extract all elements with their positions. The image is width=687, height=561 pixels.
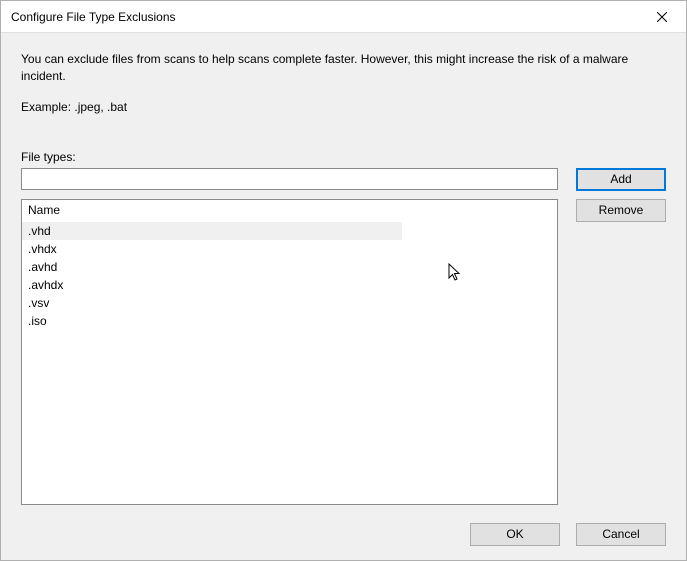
dialog-window: Configure File Type Exclusions You can e… [0, 0, 687, 561]
file-types-input[interactable] [21, 168, 558, 190]
list-body: .vhd .vhdx .avhd .avhdx .vsv .iso [22, 222, 557, 504]
list-item[interactable]: .iso [22, 312, 402, 330]
ok-button[interactable]: OK [470, 523, 560, 546]
example-text: Example: .jpeg, .bat [21, 100, 666, 114]
list-item[interactable]: .vhdx [22, 240, 402, 258]
file-types-label: File types: [21, 150, 666, 164]
window-title: Configure File Type Exclusions [11, 10, 176, 24]
list-item[interactable]: .avhd [22, 258, 402, 276]
remove-button[interactable]: Remove [576, 199, 666, 222]
dialog-footer: OK Cancel [21, 519, 666, 546]
list-column-header[interactable]: Name [22, 200, 557, 222]
titlebar: Configure File Type Exclusions [1, 1, 686, 33]
add-button[interactable]: Add [576, 168, 666, 191]
description-text: You can exclude files from scans to help… [21, 51, 666, 86]
list-item[interactable]: .vhd [22, 222, 402, 240]
list-item[interactable]: .vsv [22, 294, 402, 312]
dialog-content: You can exclude files from scans to help… [1, 33, 686, 560]
cancel-button[interactable]: Cancel [576, 523, 666, 546]
close-button[interactable] [639, 2, 684, 32]
list-row: Name .vhd .vhdx .avhd .avhdx .vsv .iso R… [21, 199, 666, 505]
close-icon [657, 12, 667, 22]
input-row: Add [21, 168, 666, 191]
side-buttons: Remove [576, 199, 666, 505]
list-item[interactable]: .avhdx [22, 276, 402, 294]
file-types-list[interactable]: Name .vhd .vhdx .avhd .avhdx .vsv .iso [21, 199, 558, 505]
